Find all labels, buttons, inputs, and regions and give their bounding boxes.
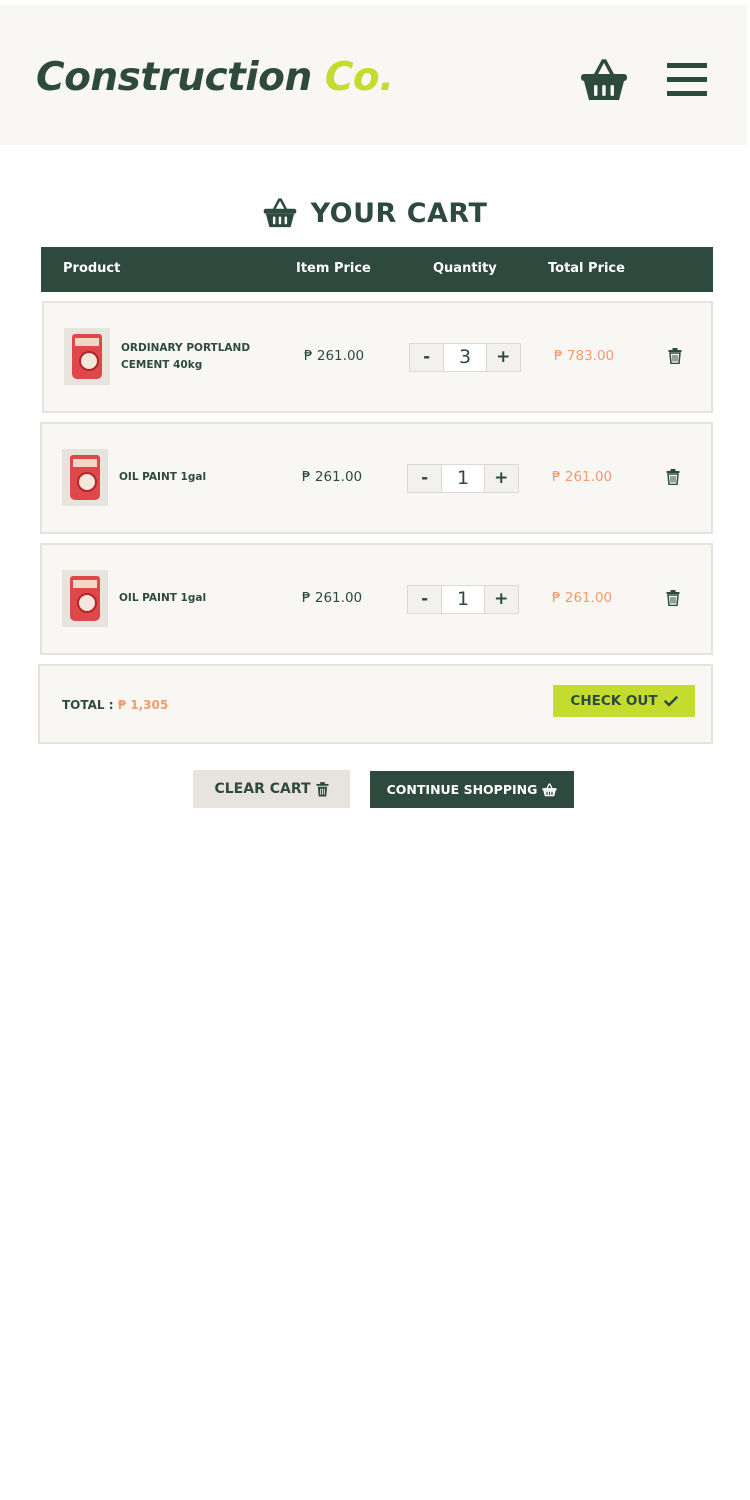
product-image bbox=[62, 449, 108, 506]
trash-icon[interactable] bbox=[666, 590, 680, 606]
trash-icon bbox=[315, 781, 329, 796]
product-name: ORDINARY PORTLAND CEMENT 40kg bbox=[121, 342, 251, 371]
product-image bbox=[64, 328, 110, 385]
cart-summary: TOTAL : ₱ 1,305 CHECK OUT bbox=[38, 664, 713, 744]
product-image bbox=[62, 570, 108, 627]
basket-icon bbox=[263, 198, 296, 228]
product-name: OIL PAINT 1gal bbox=[119, 471, 207, 483]
cart-row: OIL PAINT 1gal ₱ 261.00 - 1 + ₱ 261.00 bbox=[40, 422, 713, 534]
check-icon bbox=[663, 695, 678, 706]
decrease-quantity-button[interactable]: - bbox=[410, 344, 444, 371]
total-price: ₱ 783.00 bbox=[554, 348, 615, 364]
trash-icon[interactable] bbox=[668, 348, 682, 364]
brand-name: Construction bbox=[36, 55, 312, 100]
basket-icon bbox=[542, 782, 558, 796]
cart-table-header: Product Item Price Quantity Total Price bbox=[41, 247, 713, 292]
product-name: OIL PAINT 1gal bbox=[119, 592, 207, 604]
increase-quantity-button[interactable]: + bbox=[486, 344, 520, 371]
cart-row: OIL PAINT 1gal ₱ 261.00 - 1 + ₱ 261.00 bbox=[40, 543, 713, 655]
quantity-value[interactable]: 3 bbox=[443, 344, 487, 371]
header-product: Product bbox=[63, 261, 121, 276]
site-header: Construction Co. bbox=[0, 5, 747, 145]
quantity-stepper: - 1 + bbox=[407, 585, 519, 614]
header-quantity: Quantity bbox=[433, 261, 497, 276]
brand-suffix: Co. bbox=[324, 55, 394, 100]
total-value: ₱ 1,305 bbox=[117, 698, 169, 712]
header-item-price: Item Price bbox=[296, 261, 371, 276]
cart-basket-icon[interactable] bbox=[580, 58, 628, 102]
checkout-button[interactable]: CHECK OUT bbox=[553, 685, 695, 717]
item-price: ₱ 261.00 bbox=[302, 469, 363, 485]
decrease-quantity-button[interactable]: - bbox=[408, 586, 442, 613]
total-price: ₱ 261.00 bbox=[552, 469, 613, 485]
page-title: YOUR CART bbox=[310, 197, 488, 229]
total-price: ₱ 261.00 bbox=[552, 590, 613, 606]
continue-shopping-button[interactable]: CONTINUE SHOPPING bbox=[370, 771, 574, 808]
increase-quantity-button[interactable]: + bbox=[484, 465, 518, 492]
clear-cart-button[interactable]: CLEAR CART bbox=[193, 770, 350, 808]
quantity-stepper: - 3 + bbox=[409, 343, 521, 372]
cart-row: ORDINARY PORTLAND CEMENT 40kg ₱ 261.00 -… bbox=[42, 301, 713, 413]
header-total-price: Total Price bbox=[548, 261, 625, 276]
hamburger-menu-icon[interactable] bbox=[667, 63, 707, 96]
quantity-stepper: - 1 + bbox=[407, 464, 519, 493]
increase-quantity-button[interactable]: + bbox=[484, 586, 518, 613]
quantity-value[interactable]: 1 bbox=[441, 586, 485, 613]
total-label: TOTAL : ₱ 1,305 bbox=[62, 698, 169, 712]
item-price: ₱ 261.00 bbox=[304, 348, 365, 364]
decrease-quantity-button[interactable]: - bbox=[408, 465, 442, 492]
brand-logo[interactable]: Construction Co. bbox=[36, 53, 394, 103]
page-title-bar: YOUR CART bbox=[0, 190, 750, 236]
quantity-value[interactable]: 1 bbox=[441, 465, 485, 492]
item-price: ₱ 261.00 bbox=[302, 590, 363, 606]
trash-icon[interactable] bbox=[666, 469, 680, 485]
